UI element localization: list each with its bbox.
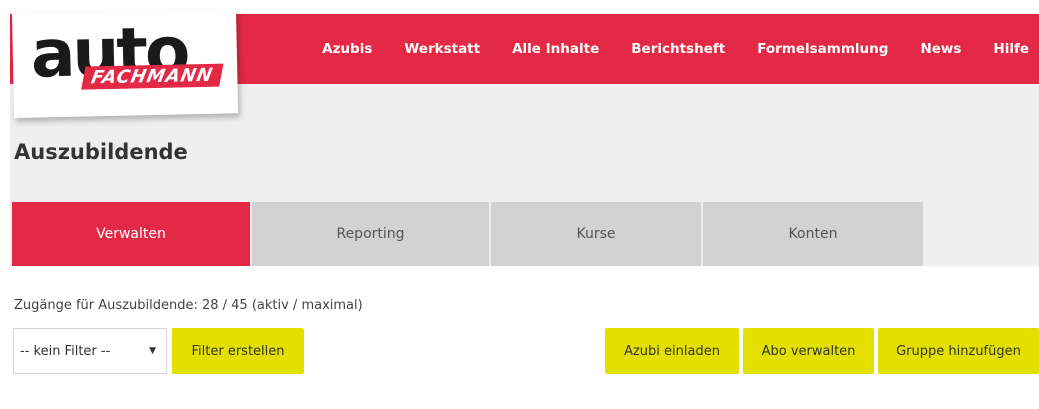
- tab-konten[interactable]: Konten: [703, 202, 923, 266]
- nav-item-formelsammlung[interactable]: Formelsammlung: [757, 41, 888, 57]
- caret-down-icon: ▼: [149, 346, 156, 356]
- tab-reporting[interactable]: Reporting: [252, 202, 491, 266]
- logo[interactable]: auto FACHMANN: [12, 9, 239, 118]
- manage-subscription-button[interactable]: Abo verwalten: [743, 328, 874, 374]
- nav-item-berichtsheft[interactable]: Berichtsheft: [631, 41, 725, 57]
- filter-select-value: -- kein Filter --: [20, 343, 111, 359]
- add-group-button[interactable]: Gruppe hinzufügen: [878, 328, 1039, 374]
- page-title: Auszubildende: [14, 140, 188, 164]
- access-quota-text: Zugänge für Auszubildende: 28 / 45 (akti…: [14, 298, 363, 313]
- create-filter-button[interactable]: Filter erstellen: [172, 328, 304, 374]
- tab-verwalten[interactable]: Verwalten: [12, 202, 252, 266]
- invite-azubi-button[interactable]: Azubi einladen: [605, 328, 739, 374]
- tab-bar: Verwalten Reporting Kurse Konten: [12, 202, 923, 266]
- nav-item-azubis[interactable]: Azubis: [322, 41, 372, 57]
- filter-select[interactable]: -- kein Filter -- ▼: [13, 328, 167, 374]
- logo-subtitle: FACHMANN: [81, 63, 224, 90]
- main-nav: Azubis Werkstatt Alle Inhalte Berichtshe…: [322, 14, 1029, 84]
- nav-item-hilfe[interactable]: Hilfe: [993, 41, 1029, 57]
- nav-item-news[interactable]: News: [920, 41, 961, 57]
- tab-kurse[interactable]: Kurse: [491, 202, 703, 266]
- nav-item-werkstatt[interactable]: Werkstatt: [404, 41, 480, 57]
- nav-item-alle-inhalte[interactable]: Alle Inhalte: [512, 41, 599, 57]
